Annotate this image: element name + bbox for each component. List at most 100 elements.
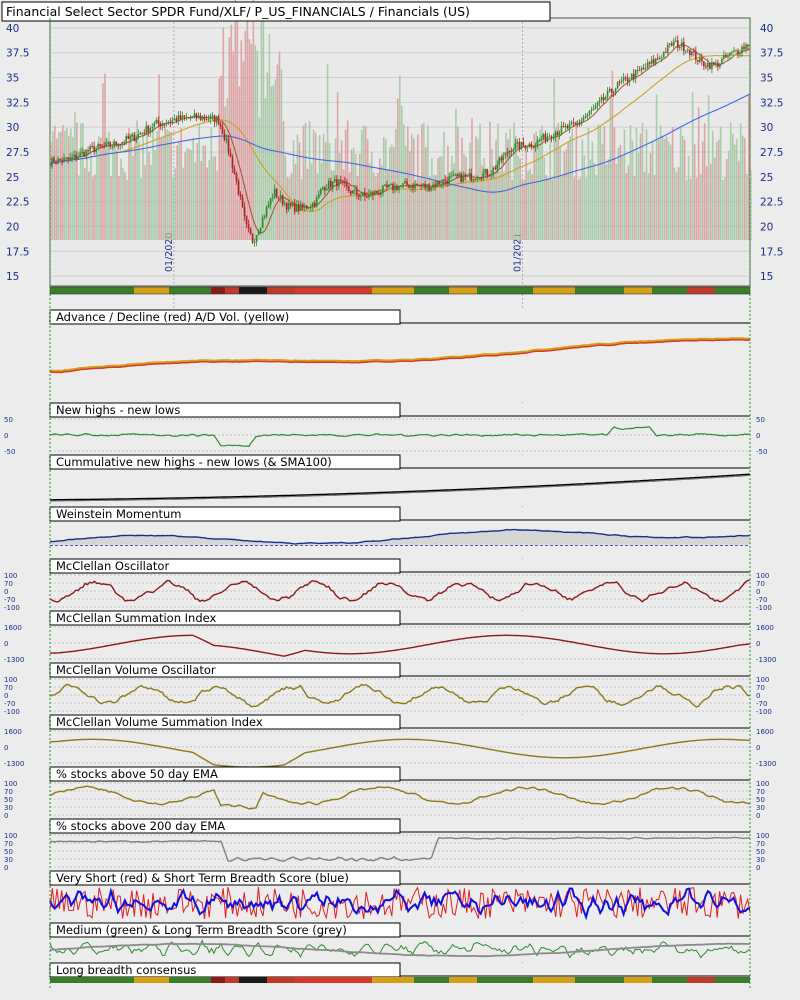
candle-body — [558, 132, 561, 135]
breadth-strip-segment — [652, 287, 687, 294]
candle-body — [735, 50, 737, 52]
breadth-strip-segment — [169, 287, 211, 294]
indicator-ytick-right: -1300 — [756, 760, 776, 768]
candle-body — [350, 190, 352, 194]
candle-body — [261, 217, 264, 228]
candle-body — [670, 43, 673, 46]
candle-body — [249, 228, 252, 234]
volume-bar — [545, 175, 548, 240]
candle-body — [560, 125, 563, 133]
volume-bar — [318, 135, 321, 240]
volume-bar — [364, 126, 367, 240]
volume-bar — [326, 64, 329, 240]
volume-bar — [86, 151, 88, 240]
volume-bar — [376, 172, 379, 240]
volume-bar — [68, 136, 70, 240]
candle-body — [486, 169, 489, 176]
candle-body — [173, 118, 176, 120]
candle-body — [392, 184, 394, 191]
volume-bar — [497, 123, 499, 240]
candle-body — [241, 196, 244, 207]
candle-body — [739, 53, 741, 55]
volume-bar — [272, 85, 275, 240]
candle-body — [578, 122, 581, 124]
candle-body — [432, 184, 434, 188]
volume-bar — [240, 40, 243, 240]
volume-bar — [278, 51, 281, 241]
consensus-segment — [533, 977, 575, 983]
volume-bar — [236, 10, 239, 241]
candle-body — [452, 174, 454, 176]
candle-body — [384, 184, 386, 186]
candle-body — [237, 180, 240, 195]
volume-bar — [366, 139, 369, 240]
consensus-segment — [295, 977, 372, 983]
candle-body — [476, 178, 479, 180]
candle-body — [259, 227, 262, 232]
volume-bar — [262, 16, 265, 241]
volume-bar — [469, 142, 471, 240]
candle-body — [243, 206, 246, 217]
candle-body — [289, 202, 292, 206]
candle-body — [668, 43, 671, 45]
volume-bar — [192, 137, 195, 240]
breadth-strip-segment — [687, 287, 715, 294]
volume-bar — [102, 83, 104, 240]
consensus-segment — [50, 977, 134, 983]
volume-bar — [555, 126, 558, 240]
candle-body — [408, 184, 410, 188]
candle-body — [307, 207, 310, 209]
candle-body — [638, 70, 641, 72]
candle-body — [526, 147, 529, 149]
candle-body — [255, 235, 258, 242]
candle-body — [227, 138, 230, 153]
candle-body — [145, 125, 148, 134]
volume-bar — [679, 127, 682, 240]
consensus-segment — [715, 977, 750, 983]
volume-bar — [132, 155, 134, 240]
candle-body — [265, 206, 268, 217]
candle-body — [420, 185, 422, 187]
volume-bar — [685, 179, 688, 240]
candle-body — [275, 188, 278, 197]
volume-bar — [533, 133, 535, 240]
volume-bar — [485, 167, 487, 240]
indicator-title: Medium (green) & Long Term Breadth Score… — [56, 923, 347, 937]
candle-body — [737, 50, 739, 54]
candle-body — [157, 120, 160, 124]
volume-bar — [134, 132, 136, 240]
price-ytick-right: 30 — [760, 122, 773, 134]
candle-body — [177, 115, 180, 122]
volume-bar — [310, 163, 313, 240]
candle-body — [197, 115, 200, 119]
candle-body — [59, 158, 61, 161]
indicator-ytick-right: 100 — [756, 832, 769, 840]
volume-bar — [691, 92, 694, 240]
volume-bar — [409, 151, 411, 240]
candle-body — [422, 183, 424, 187]
volume-bar — [122, 167, 124, 240]
candle-body — [390, 184, 392, 186]
volume-bar — [527, 170, 529, 240]
candle-body — [606, 91, 609, 98]
volume-bar — [218, 78, 221, 240]
volume-bar — [138, 141, 140, 240]
volume-bar — [735, 138, 738, 240]
volume-bar — [603, 126, 606, 240]
candle-body — [402, 183, 404, 186]
candle-body — [693, 51, 695, 53]
volume-bar — [92, 176, 94, 240]
candle-body — [321, 187, 324, 190]
candle-body — [163, 123, 166, 125]
candle-body — [518, 142, 521, 150]
candle-body — [181, 115, 184, 120]
volume-bar — [156, 130, 158, 240]
volume-bar — [82, 122, 84, 240]
volume-bar — [623, 129, 626, 240]
volume-bar — [617, 147, 620, 240]
candle-body — [454, 174, 456, 176]
candle-body — [113, 141, 115, 147]
consensus-strip — [50, 977, 750, 983]
candle-body — [733, 50, 735, 53]
price-ytick-right: 32.5 — [760, 97, 783, 109]
